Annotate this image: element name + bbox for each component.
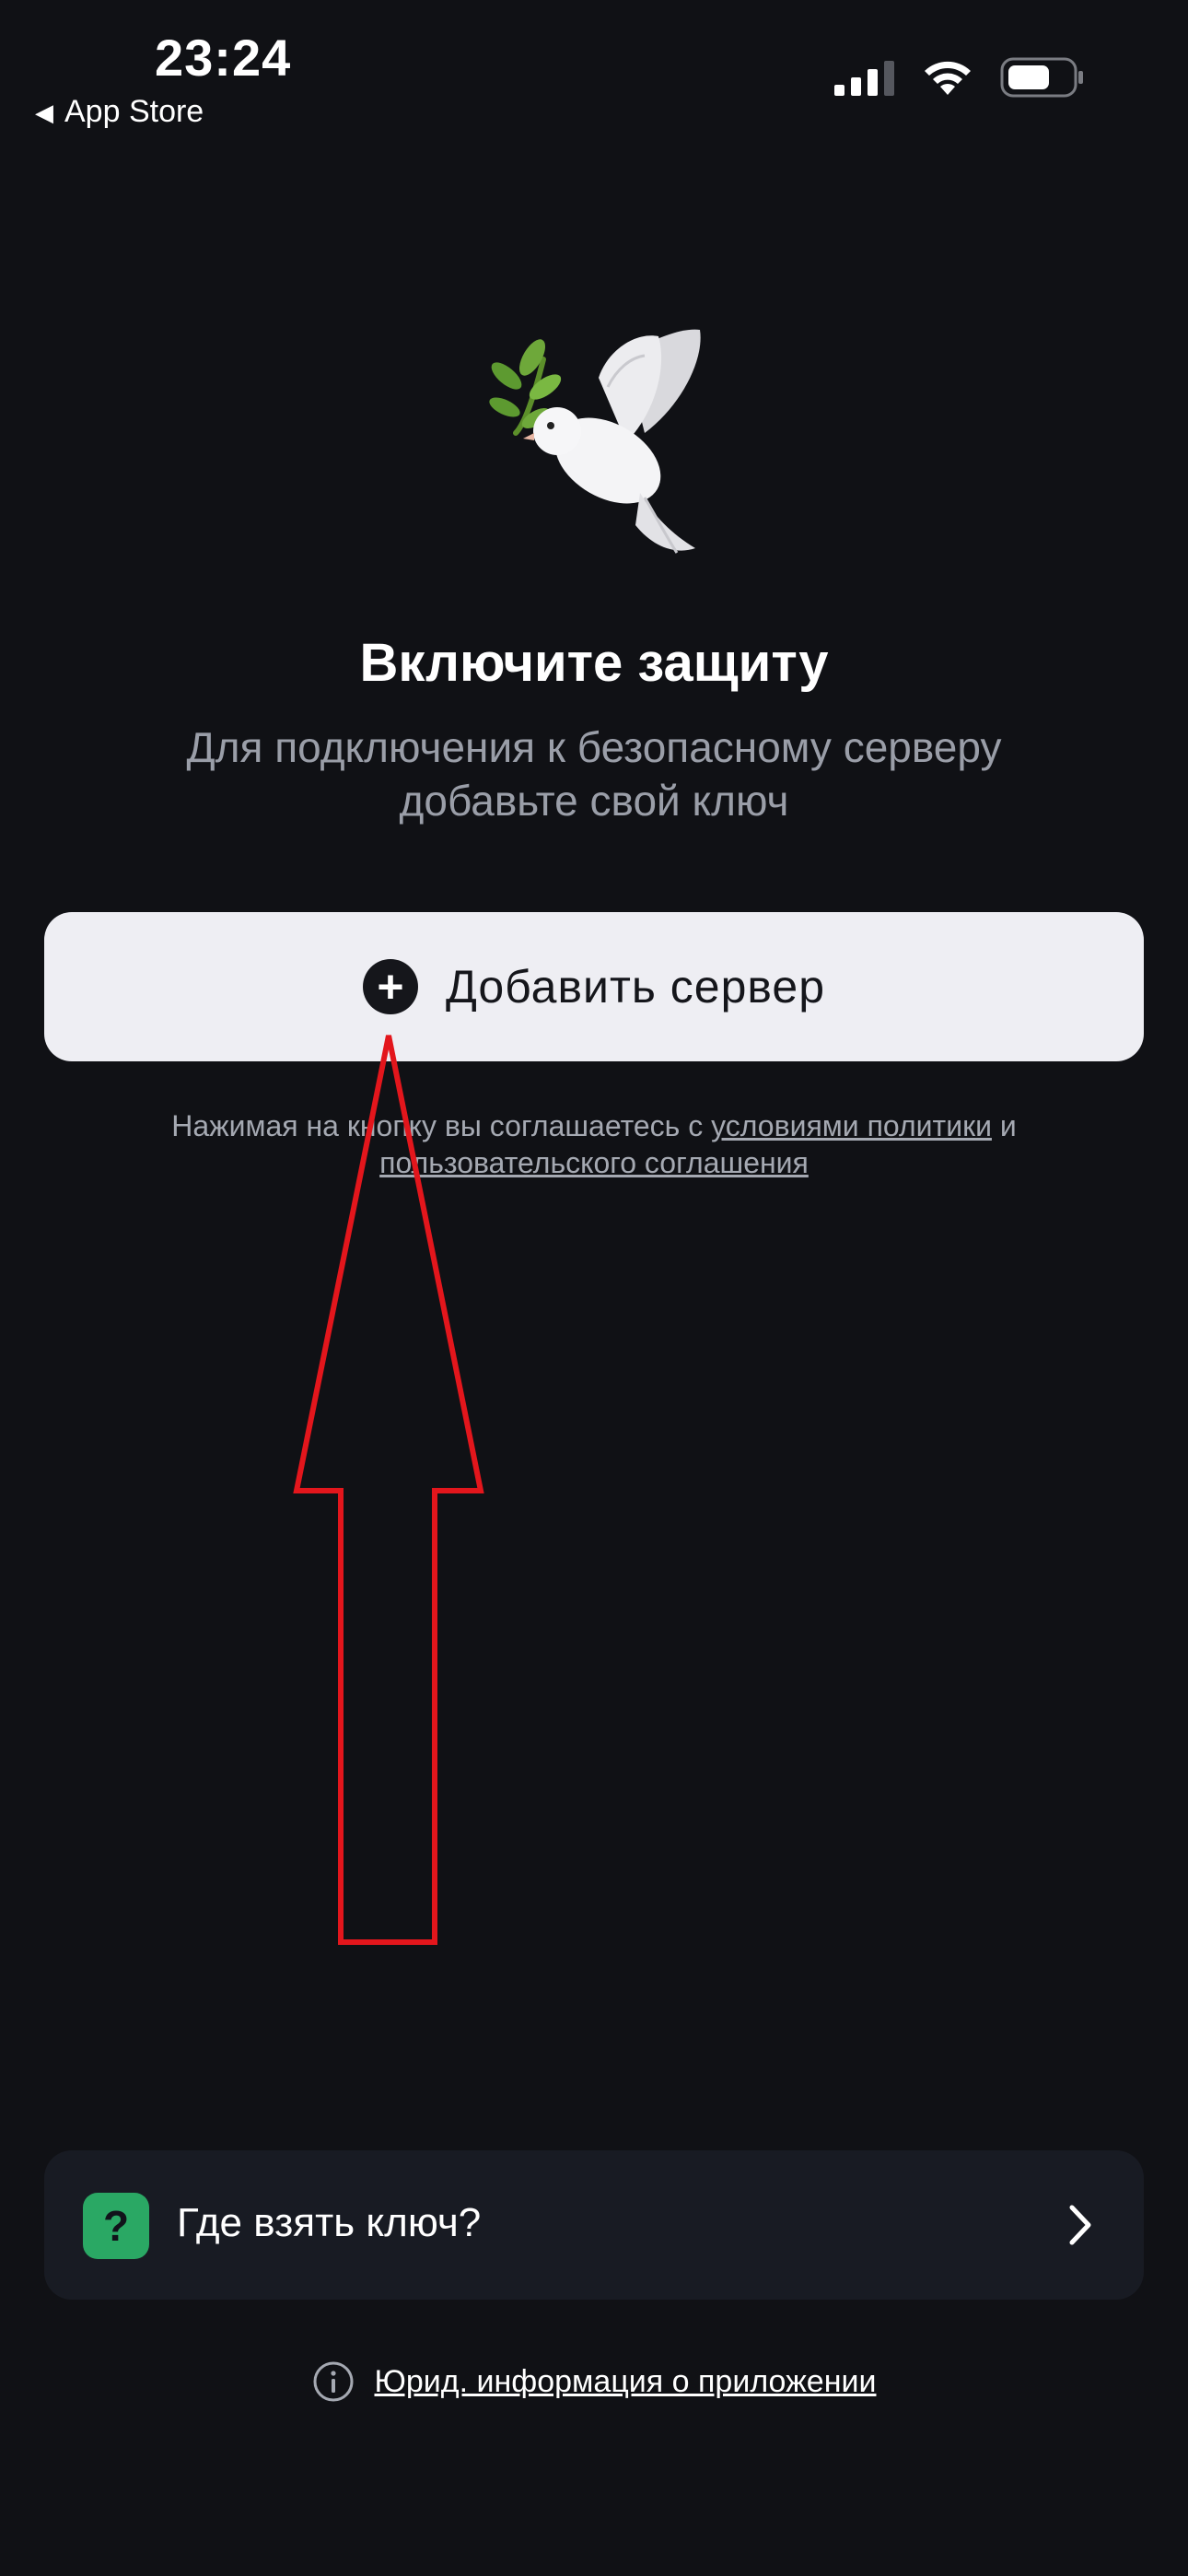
add-server-button[interactable]: + Добавить сервер (44, 912, 1144, 1061)
triangle-left-icon: ◀ (35, 98, 53, 126)
user-agreement-link[interactable]: пользовательского соглашения (379, 1146, 809, 1179)
chevron-right-icon (1069, 2205, 1091, 2245)
where-to-get-key-button[interactable]: ? Где взять ключ? (44, 2150, 1144, 2300)
back-to-app-store-link[interactable]: ◀ App Store (35, 94, 204, 130)
screen: 23:24 ◀ App Store Включите защиту Для по… (0, 0, 1188, 2576)
terms-middle: и (991, 1109, 1017, 1142)
back-link-label: App Store (64, 94, 204, 129)
cellular-signal-icon (834, 61, 894, 96)
wifi-icon (925, 61, 971, 95)
battery-icon (1000, 57, 1083, 98)
terms-text: Нажимая на кнопку вы соглашаетесь с усло… (74, 1107, 1114, 1181)
status-icons (834, 57, 1085, 98)
dove-icon (489, 329, 701, 554)
plus-circle-icon: + (362, 959, 418, 1014)
legal-info-link[interactable]: Юрид. информация о приложении (0, 2360, 1188, 2403)
add-server-label: Добавить сервер (445, 961, 826, 1013)
where-to-get-key-label: Где взять ключ? (177, 2200, 482, 2245)
legal-info-label: Юрид. информация о приложении (374, 2363, 877, 2399)
info-icon (313, 2361, 353, 2402)
terms-prefix: Нажимая на кнопку вы соглашаетесь с (171, 1109, 712, 1142)
status-time: 23:24 (155, 29, 292, 87)
page-title: Включите защиту (359, 633, 829, 693)
page-subtitle: Для подключения к безопасному серверу до… (186, 723, 1002, 825)
question-icon: ? (83, 2193, 149, 2259)
policy-link[interactable]: условиями политики (711, 1109, 992, 1142)
